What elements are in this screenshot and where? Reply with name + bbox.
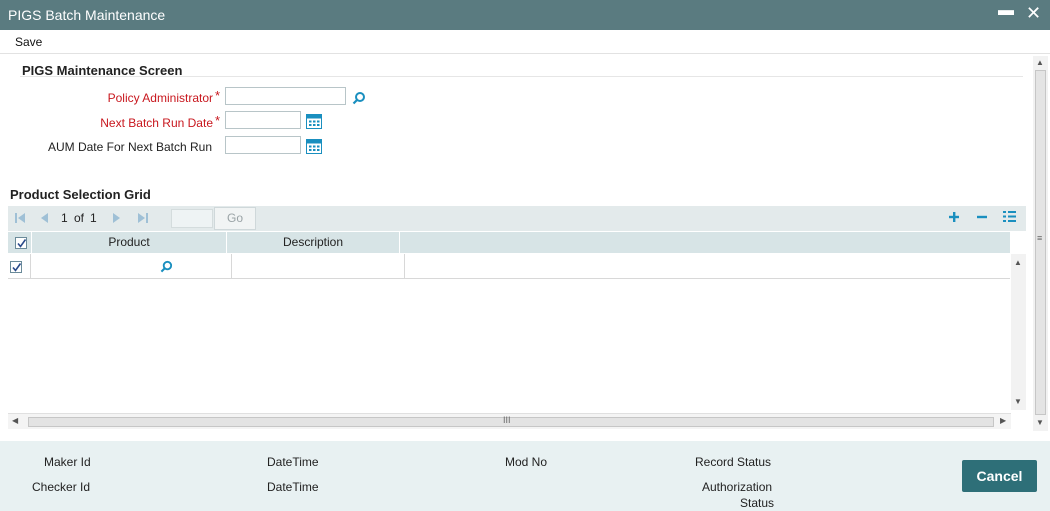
record-status-label: Record Status <box>695 455 772 469</box>
aum-date-label: AUM Date For Next Batch Run <box>47 140 212 154</box>
save-button[interactable]: Save <box>15 35 42 49</box>
grid-vertical-scrollbar[interactable]: ▲ ▼ <box>1011 254 1026 410</box>
scroll-thumb[interactable]: ≡ <box>1035 70 1046 415</box>
next-batch-label: Next Batch Run Date <box>100 116 213 130</box>
window-title: PIGS Batch Maintenance <box>8 7 166 23</box>
pager-current: 1 <box>61 211 68 225</box>
scroll-left-icon[interactable]: ◀ <box>12 416 18 425</box>
maker-datetime-label: DateTime <box>267 455 319 469</box>
required-marker: * <box>215 113 221 128</box>
required-marker: * <box>215 88 221 103</box>
mod-no-label: Mod No <box>505 455 548 469</box>
product-value[interactable] <box>35 258 155 274</box>
scroll-down-icon[interactable]: ▼ <box>1014 397 1022 406</box>
row-select-cell <box>8 254 31 279</box>
policy-admin-input[interactable] <box>225 87 346 105</box>
scroll-down-icon[interactable]: ▼ <box>1036 418 1044 427</box>
policy-admin-label: Policy Administrator <box>107 91 213 105</box>
menu-bar: Save <box>0 30 1050 54</box>
pager-total: 1 <box>90 211 97 225</box>
scroll-up-icon[interactable]: ▲ <box>1036 58 1044 67</box>
scroll-grip: III <box>503 415 511 425</box>
first-page-icon[interactable] <box>14 212 26 227</box>
checker-id-label: Checker Id <box>32 480 91 494</box>
scroll-right-icon[interactable]: ▶ <box>1000 416 1006 425</box>
delete-row-icon[interactable] <box>976 211 988 226</box>
aum-date-input[interactable] <box>225 136 301 154</box>
search-icon[interactable] <box>160 260 173 276</box>
authorization-status-label: Authorization <box>702 480 773 494</box>
table-row[interactable] <box>8 254 1010 279</box>
list-view-icon[interactable] <box>1003 210 1016 226</box>
column-header-description[interactable]: Description <box>227 232 400 253</box>
audit-footer <box>0 441 1050 511</box>
authorization-status-label-line2: Status <box>740 496 775 510</box>
search-icon[interactable] <box>352 91 366 108</box>
next-batch-date-input[interactable] <box>225 111 301 129</box>
checkbox-column-header <box>8 232 32 253</box>
scroll-grip-icon: ≡ <box>1037 233 1043 243</box>
page-number-input[interactable] <box>171 209 213 228</box>
calendar-icon[interactable] <box>306 139 322 157</box>
pager-of: of <box>74 211 85 225</box>
section-divider <box>20 76 1023 77</box>
grid-horizontal-scrollbar[interactable]: ◀ III ▶ <box>8 413 1011 429</box>
cancel-button[interactable]: Cancel <box>962 460 1037 492</box>
window-vertical-scrollbar[interactable]: ▲ ≡ ▼ <box>1033 56 1048 431</box>
close-icon[interactable]: ✕ <box>1026 3 1041 24</box>
scroll-up-icon[interactable]: ▲ <box>1014 258 1022 267</box>
product-cell[interactable] <box>31 254 232 279</box>
last-page-icon[interactable] <box>137 212 149 227</box>
grid-toolbar: 1 of 1 Go <box>8 206 1026 231</box>
previous-page-icon[interactable] <box>39 212 49 227</box>
checker-datetime-label: DateTime <box>267 480 319 494</box>
window-titlebar: PIGS Batch Maintenance ▬ ✕ <box>0 0 1050 30</box>
grid-header: Product Description <box>8 232 1010 253</box>
go-button[interactable]: Go <box>214 207 256 230</box>
scroll-thumb[interactable]: III <box>28 415 994 427</box>
section-title-grid: Product Selection Grid <box>10 187 151 202</box>
minimize-icon[interactable]: ▬ <box>998 2 1014 20</box>
description-cell[interactable] <box>232 254 405 279</box>
calendar-icon[interactable] <box>306 114 322 132</box>
row-checkbox[interactable] <box>10 261 22 273</box>
next-page-icon[interactable] <box>112 212 122 227</box>
add-row-icon[interactable] <box>948 211 960 226</box>
maker-id-label: Maker Id <box>44 455 91 469</box>
column-header-product[interactable]: Product <box>32 232 227 253</box>
